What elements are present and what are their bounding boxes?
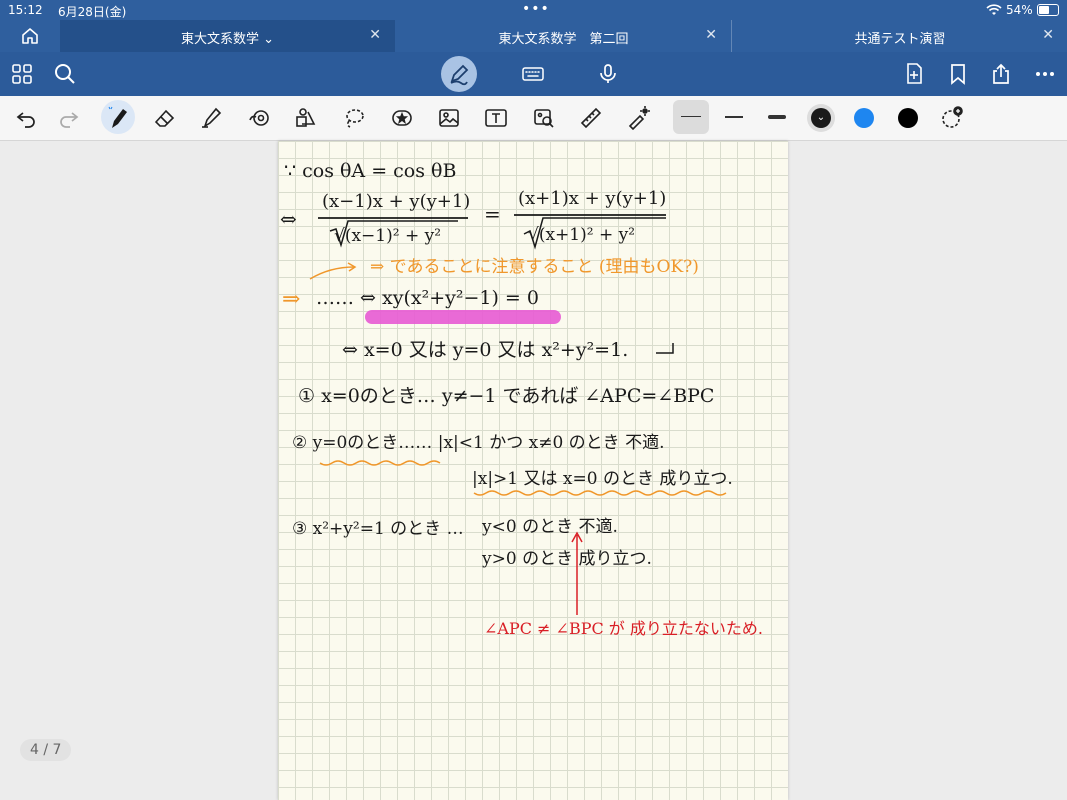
note-line: ∠APC ≠ ∠BPC が 成り立たないため. <box>484 619 763 638</box>
status-bar: 15:12 6月28日(金) ••• 54% <box>0 0 1067 20</box>
highlighter-icon[interactable] <box>199 106 223 130</box>
note-line: y>0 のとき 成り立つ. <box>482 549 652 569</box>
tab-label: 共通テスト演習 <box>854 32 946 47</box>
stroke-medium-icon[interactable] <box>725 116 743 118</box>
nav-bar <box>0 52 1067 96</box>
add-color-icon[interactable] <box>940 106 964 130</box>
note-line: √(x−1)² + y² <box>334 226 442 246</box>
tab-label: 東大文系数学 第二回 <box>498 32 629 47</box>
stroke-thin-selected-bg <box>673 100 709 134</box>
microphone-icon[interactable] <box>596 62 620 86</box>
laser-pointer-icon[interactable] <box>626 106 650 131</box>
multitask-dots-icon[interactable]: ••• <box>522 1 550 17</box>
tab-label: 東大文系数学 ⌄ <box>180 32 275 47</box>
note-line: ③ x²+y²=1 のとき … <box>292 519 464 539</box>
note-line: = <box>484 202 501 226</box>
eraser-icon[interactable] <box>153 106 177 130</box>
home-icon[interactable] <box>20 26 40 50</box>
status-date: 6月28日(金) <box>58 5 127 19</box>
color-swatch-blue[interactable] <box>854 108 874 128</box>
note-line: ⇔ x=0 又は y=0 又は x²+y²=1. <box>342 339 629 361</box>
keyboard-icon[interactable] <box>521 62 545 86</box>
note-line: …… ⇔ xy(x²+y²−1) = 0 <box>316 287 539 309</box>
note-page[interactable]: ∵ cos θA = cos θB ⇔ (x−1)x + y(y+1) = (x… <box>278 141 788 800</box>
lasso-icon[interactable] <box>342 106 366 130</box>
sticker-icon[interactable] <box>390 106 414 130</box>
color-swatch-black[interactable] <box>898 108 918 128</box>
note-line: √(x+1)² + y² <box>528 225 636 245</box>
note-line: ⇔ <box>280 207 297 231</box>
status-time: 15:12 <box>8 3 43 17</box>
note-line: (x−1)x + y(y+1) <box>322 191 471 212</box>
pen-icon[interactable] <box>106 106 130 130</box>
tool-bar: ⌄ <box>0 96 1067 141</box>
tab-todai-bunkei[interactable]: 東大文系数学 ⌄ ✕ <box>60 20 395 52</box>
tab-todai-bunkei-2[interactable]: 東大文系数学 第二回 ✕ <box>396 20 731 52</box>
elements-icon[interactable] <box>294 106 318 130</box>
grid-icon[interactable] <box>10 62 34 86</box>
text-icon[interactable] <box>484 106 508 130</box>
undo-icon[interactable] <box>14 106 38 130</box>
redo-icon[interactable] <box>57 106 81 130</box>
wifi-icon <box>986 4 1002 19</box>
search-icon[interactable] <box>53 62 77 86</box>
note-line: (x+1)x + y(y+1) <box>518 188 667 209</box>
note-line: |x|>1 又は x=0 のとき 成り立つ. <box>472 469 733 489</box>
close-icon[interactable]: ✕ <box>1042 27 1054 43</box>
more-icon[interactable] <box>1033 62 1057 86</box>
stroke-thick-icon[interactable] <box>768 115 786 119</box>
close-icon[interactable]: ✕ <box>369 27 381 43</box>
note-canvas[interactable]: ∵ cos θA = cos θB ⇔ (x−1)x + y(y+1) = (x… <box>0 141 1067 800</box>
battery-icon <box>1037 4 1059 16</box>
stroke-thin-icon[interactable] <box>681 116 701 117</box>
ruler-icon[interactable] <box>579 106 603 130</box>
tab-bar: 東大文系数学 ⌄ ✕ 東大文系数学 第二回 ✕ 共通テスト演習 ✕ <box>0 20 1067 52</box>
shapes-icon[interactable] <box>247 106 271 130</box>
note-line: y<0 のとき 不適. <box>482 517 618 537</box>
share-icon[interactable] <box>989 62 1013 86</box>
battery-percent: 54% <box>1006 3 1033 17</box>
pen-mode-icon[interactable] <box>447 62 471 86</box>
note-line: ⇒ であることに注意すること (理由もOK?) <box>370 257 699 277</box>
close-icon[interactable]: ✕ <box>705 27 717 43</box>
color-swatch-black-selected[interactable]: ⌄ <box>811 108 831 128</box>
note-line: ② y=0のとき…… |x|<1 かつ x≠0 のとき 不適. <box>292 433 665 453</box>
tab-kyotsu-test[interactable]: 共通テスト演習 ✕ <box>731 20 1067 52</box>
note-line: ∵ cos θA = cos θB <box>284 160 457 182</box>
note-line: ① x=0のとき… y≠−1 であれば ∠APC=∠BPC <box>298 385 715 407</box>
page-indicator[interactable]: 4 / 7 <box>20 739 72 761</box>
add-page-icon[interactable] <box>902 62 926 86</box>
bookmark-icon[interactable] <box>946 62 970 86</box>
scan-icon[interactable] <box>532 106 556 130</box>
note-line: ⇒ <box>282 287 301 312</box>
image-icon[interactable] <box>437 106 461 130</box>
